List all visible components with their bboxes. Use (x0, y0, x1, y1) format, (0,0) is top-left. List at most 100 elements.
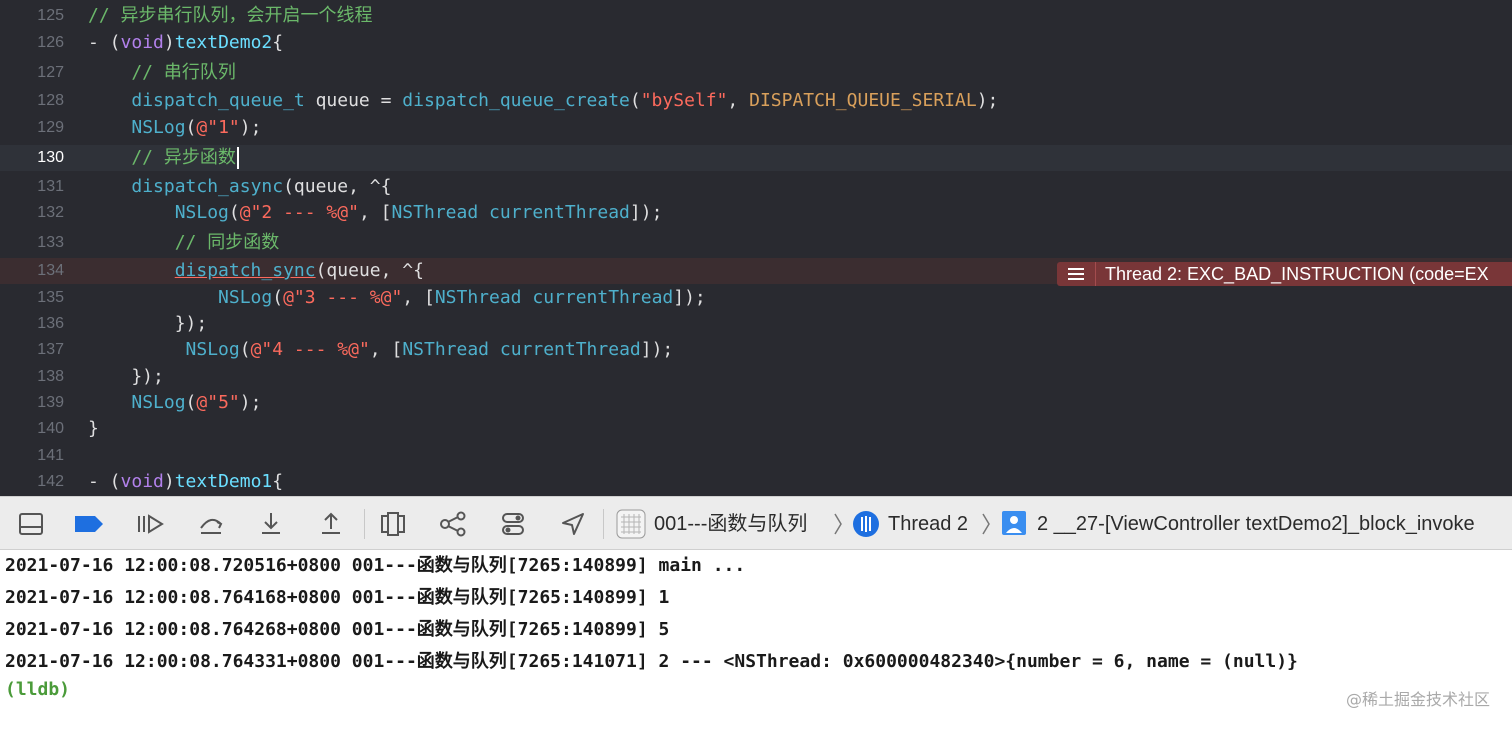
hide-debug-area-button[interactable] (14, 507, 48, 541)
code-line[interactable]: 137 NSLog(@"4 --- %@", [NSThread current… (0, 337, 1512, 363)
code-text[interactable]: } (88, 416, 99, 442)
code-token: , [ (402, 287, 435, 308)
line-number[interactable]: 125 (0, 3, 64, 29)
breadcrumb-target[interactable]: 001---函数与队列 (654, 511, 807, 537)
simulate-location-button[interactable] (556, 507, 590, 541)
code-token: ( (239, 339, 251, 360)
environment-overrides-icon (502, 513, 524, 535)
toolbar-separator (364, 509, 365, 539)
breakpoints-toggle-button[interactable] (72, 507, 106, 541)
code-line[interactable]: 129 NSLog(@"1"); (0, 115, 1512, 141)
environment-overrides-button[interactable] (496, 507, 530, 541)
step-out-icon (322, 512, 340, 534)
line-number[interactable]: 130 (0, 145, 64, 171)
code-text[interactable]: NSLog(@"4 --- %@", [NSThread currentThre… (88, 337, 674, 363)
code-line[interactable]: 140} (0, 416, 1512, 442)
code-text[interactable]: NSLog(@"1"); (88, 115, 261, 141)
code-text[interactable]: // 同步函数 (88, 230, 280, 256)
code-text[interactable]: NSLog(@"3 --- %@", [NSThread currentThre… (88, 285, 706, 311)
code-token: ( (185, 117, 197, 138)
line-number[interactable]: 140 (0, 416, 64, 442)
code-line[interactable]: 135 NSLog(@"3 --- %@", [NSThread current… (0, 285, 1512, 311)
line-number[interactable]: 128 (0, 88, 64, 114)
line-number[interactable]: 139 (0, 390, 64, 416)
code-line[interactable]: 141 (0, 443, 1512, 469)
code-text[interactable]: - (void)textDemo2{ (88, 30, 283, 56)
line-number[interactable]: 126 (0, 30, 64, 56)
code-token: - ( (88, 471, 121, 492)
code-text[interactable]: dispatch_async(queue, ^{ (88, 174, 391, 200)
code-line[interactable]: 132 NSLog(@"2 --- %@", [NSThread current… (0, 200, 1512, 226)
breadcrumb-frame[interactable]: 2 __27-[ViewController textDemo2]_block_… (1037, 511, 1475, 537)
code-text[interactable]: dispatch_queue_t queue = dispatch_queue_… (88, 88, 998, 114)
code-text[interactable]: dispatch_sync(queue, ^{ (88, 258, 424, 284)
line-number[interactable]: 132 (0, 200, 64, 226)
code-text[interactable]: // 串行队列 (88, 60, 236, 86)
error-list-icon[interactable] (1057, 262, 1096, 286)
code-token: ( (228, 202, 240, 223)
line-number[interactable]: 142 (0, 469, 64, 495)
code-token: @"4 --- %@" (250, 339, 370, 360)
code-token: currentThread (499, 339, 641, 360)
code-token: // 同步函数 (88, 232, 280, 253)
code-text[interactable]: NSLog(@"5"); (88, 390, 261, 416)
step-over-button[interactable] (194, 507, 228, 541)
code-line[interactable]: 142 - (void)textDemo1{ (0, 469, 1512, 495)
code-line[interactable]: 139 NSLog(@"5"); (0, 390, 1512, 416)
code-line[interactable]: 138 }); (0, 364, 1512, 390)
code-line[interactable]: 133 // 同步函数 (0, 230, 1512, 256)
target-app-icon[interactable] (616, 509, 646, 539)
line-number[interactable]: 137 (0, 337, 64, 363)
line-number[interactable]: 131 (0, 174, 64, 200)
code-text[interactable]: // 异步函数 (88, 145, 239, 171)
code-token: }); (88, 313, 208, 334)
step-into-button[interactable] (254, 507, 288, 541)
code-line[interactable]: 127 // 串行队列 (0, 60, 1512, 86)
code-token: , [ (369, 339, 403, 360)
watermark: @稀土掘金技术社区 (1345, 690, 1490, 709)
continue-button[interactable] (133, 507, 167, 541)
code-line[interactable]: 130 // 异步函数 (0, 145, 1512, 171)
step-out-button[interactable] (314, 507, 348, 541)
code-token: @"5" (196, 392, 240, 413)
toolbar-separator (603, 509, 604, 539)
code-text[interactable]: - (void)textDemo1{ (88, 469, 283, 495)
line-number[interactable]: 135 (0, 285, 64, 311)
step-over-icon (200, 518, 223, 534)
step-into-icon (262, 513, 280, 534)
code-line[interactable]: 136 }); (0, 311, 1512, 337)
code-token: NSThread (402, 339, 490, 360)
code-line[interactable]: 125 // 异步串行队列，会开启一个线程 (0, 3, 1512, 29)
line-number[interactable]: 127 (0, 60, 64, 86)
code-token: void (120, 32, 164, 53)
line-number[interactable]: 141 (0, 443, 64, 469)
view-debugger-button[interactable] (376, 507, 410, 541)
thread-icon (853, 511, 879, 537)
code-line[interactable]: 128 dispatch_queue_t queue = dispatch_qu… (0, 88, 1512, 114)
line-number[interactable]: 129 (0, 115, 64, 141)
breadcrumb-thread[interactable]: Thread 2 (888, 511, 968, 537)
code-text[interactable]: }); (88, 311, 208, 337)
code-token: { (272, 471, 284, 492)
code-editor[interactable]: 125 // 异步串行队列，会开启一个线程 126 - (void)textDemo2… (0, 0, 1512, 496)
code-token: NSLog (131, 392, 186, 413)
lldb-prompt[interactable]: (lldb) (5, 674, 70, 706)
line-number[interactable]: 134 (0, 258, 64, 284)
code-line[interactable]: 131 dispatch_async(queue, ^{ (0, 174, 1512, 200)
line-number[interactable]: 138 (0, 364, 64, 390)
code-text[interactable]: }); (88, 364, 164, 390)
code-text[interactable]: // 异步串行队列，会开启一个线程 (88, 3, 373, 29)
code-line[interactable]: 126 - (void)textDemo2{ (0, 30, 1512, 56)
line-number[interactable]: 133 (0, 230, 64, 256)
view-debugger-icon (381, 512, 405, 536)
console-output[interactable]: 2021-07-16 12:00:08.720516+0800 001---函数… (0, 550, 1512, 734)
error-annotation[interactable]: Thread 2: EXC_BAD_INSTRUCTION (code=EX (1057, 262, 1512, 286)
code-token: ) (163, 32, 175, 53)
memory-graph-button[interactable] (436, 507, 470, 541)
code-token: // 异步函数 (88, 147, 236, 168)
line-number[interactable]: 136 (0, 311, 64, 337)
code-text[interactable]: NSLog(@"2 --- %@", [NSThread currentThre… (88, 200, 663, 226)
